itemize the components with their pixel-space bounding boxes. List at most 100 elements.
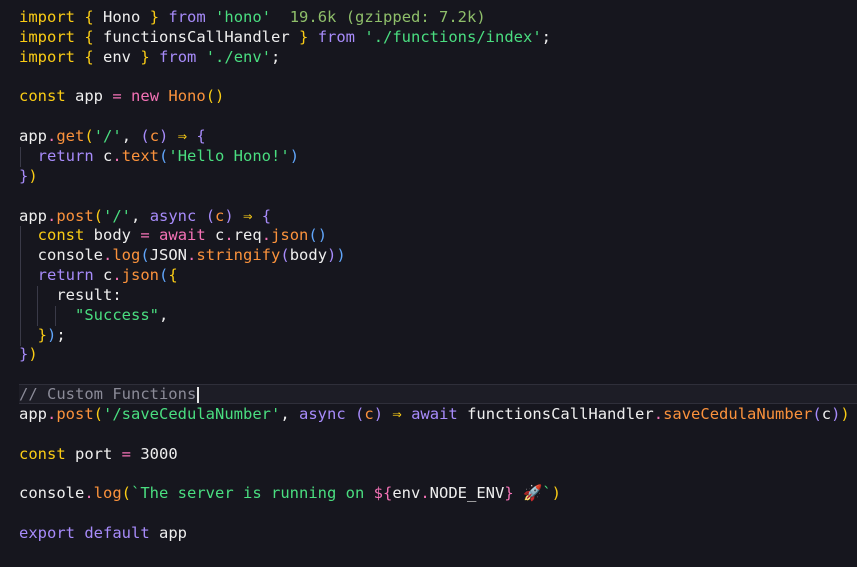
code-token: ( xyxy=(84,127,94,146)
code-token: () xyxy=(308,226,328,245)
code-editor[interactable]: import { Hono } from 'hono' 19.6k (gzipp… xyxy=(0,0,857,567)
code-line[interactable]: export default app xyxy=(19,523,857,543)
code-token: ) xyxy=(28,166,38,185)
code-line[interactable]: import { functionsCallHandler } from './… xyxy=(19,27,857,47)
code-token: ) xyxy=(373,405,384,423)
code-token: default xyxy=(84,524,150,543)
code-token: c xyxy=(93,146,113,165)
code-token: app xyxy=(19,206,47,225)
code-token: ) xyxy=(47,325,57,344)
code-line[interactable]: app.post('/saveCedulaNumber', async (c) … xyxy=(19,404,857,424)
code-token: 'hono' xyxy=(215,8,272,26)
code-token: functionsCallHandler xyxy=(93,27,299,46)
code-token: async xyxy=(299,405,346,423)
code-line[interactable]: import { env } from './env'; xyxy=(19,47,857,67)
code-token: 'Hello Hono!' xyxy=(168,146,290,165)
code-line[interactable]: "Success", xyxy=(19,305,857,325)
code-token: ⇒ xyxy=(392,405,402,423)
code-line[interactable]: app.post('/', async (c) ⇒ { xyxy=(19,206,857,226)
code-token: '/' xyxy=(103,206,132,225)
code-token: console xyxy=(19,246,103,265)
code-line[interactable] xyxy=(19,106,857,126)
code-token: import xyxy=(19,27,75,46)
code-line[interactable] xyxy=(19,186,857,206)
code-token: c xyxy=(149,127,160,146)
code-line[interactable]: const app = new Hono() xyxy=(19,86,857,106)
code-line[interactable] xyxy=(19,364,857,384)
code-token: } xyxy=(299,27,309,46)
code-token: } xyxy=(37,325,48,344)
code-line[interactable]: }) xyxy=(19,344,857,364)
code-token: const xyxy=(37,226,85,245)
code-token: ( xyxy=(93,405,104,423)
code-token: c xyxy=(364,405,374,423)
code-line[interactable]: return c.text('Hello Hono!') xyxy=(19,146,857,166)
code-token: await xyxy=(159,226,206,245)
code-line[interactable]: result: xyxy=(19,285,857,305)
code-token: c xyxy=(205,226,225,245)
code-line[interactable] xyxy=(19,424,857,444)
code-token: ( xyxy=(159,266,169,285)
code-token: async xyxy=(149,206,197,225)
code-token: import xyxy=(19,47,75,66)
code-token: `The server is running on xyxy=(131,484,374,503)
text-cursor xyxy=(197,386,200,403)
code-token: json xyxy=(271,226,309,245)
code-token: } xyxy=(149,8,160,26)
code-token: 3000 xyxy=(131,444,178,463)
code-token: './env' xyxy=(205,47,272,66)
code-token: : xyxy=(112,285,122,304)
code-line[interactable]: console.log(JSON.stringify(body)) xyxy=(19,245,857,265)
code-token: . xyxy=(112,266,122,285)
code-token: env xyxy=(392,484,421,503)
code-token: { xyxy=(261,206,272,225)
code-token: { xyxy=(84,27,94,46)
code-token: return xyxy=(37,266,94,285)
code-token: . xyxy=(103,246,113,265)
code-token: ${ xyxy=(373,484,393,503)
code-line[interactable]: }); xyxy=(19,325,857,345)
code-line-active[interactable]: // Custom Functions xyxy=(19,384,857,405)
code-line[interactable]: app.get('/', (c) ⇒ { xyxy=(19,126,857,146)
code-token: ) xyxy=(28,345,38,364)
code-token: . xyxy=(187,246,197,265)
code-token: import xyxy=(19,8,75,26)
code-line[interactable] xyxy=(19,67,857,87)
code-line[interactable]: import { Hono } from 'hono' 19.6k (gzipp… xyxy=(19,7,857,27)
code-token: return xyxy=(37,146,94,165)
code-token: '/' xyxy=(93,127,122,146)
code-token: ) xyxy=(336,246,346,265)
code-token: env xyxy=(93,47,141,66)
code-token: ; xyxy=(271,47,281,66)
code-token: app xyxy=(65,87,113,106)
code-line[interactable]: const port = 3000 xyxy=(19,444,857,464)
code-token: ( xyxy=(121,484,132,503)
code-line[interactable] xyxy=(19,464,857,484)
code-token: log xyxy=(112,246,141,265)
code-token: . xyxy=(47,405,57,423)
code-token: ) xyxy=(327,246,337,265)
code-line[interactable]: const body = await c.req.json() xyxy=(19,225,857,245)
code-line[interactable]: }) xyxy=(19,166,857,186)
code-token: post xyxy=(56,405,94,423)
code-token: ) xyxy=(831,405,841,423)
code-line[interactable] xyxy=(19,503,857,523)
code-line[interactable]: console.log(`The server is running on ${… xyxy=(19,483,857,503)
code-token: 19.6k (gzipped: 7.2k) xyxy=(271,8,486,26)
code-token: . xyxy=(653,405,664,423)
code-token: { xyxy=(196,127,206,146)
code-line[interactable]: return c.json({ xyxy=(19,265,857,285)
